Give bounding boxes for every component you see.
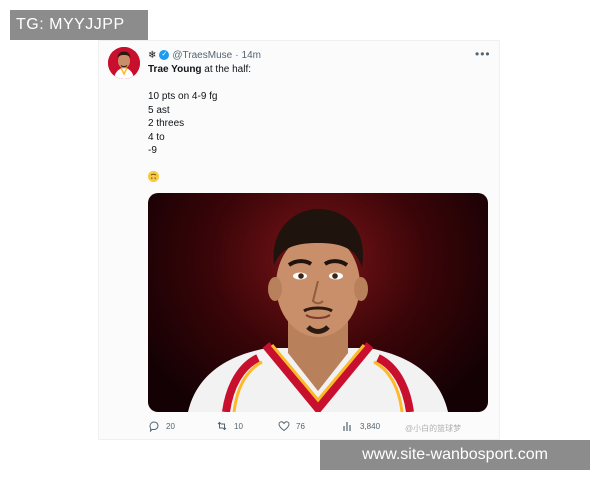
site-overlay-label: www.site-wanbosport.com: [320, 440, 590, 470]
emoji-icon: [148, 171, 159, 182]
stat-line: 5 ast: [148, 104, 170, 116]
views-count: 3,840: [360, 421, 381, 431]
player-name: Trae Young: [148, 64, 202, 75]
tweet-timestamp[interactable]: 14m: [242, 50, 261, 61]
views-chart-icon: [343, 422, 351, 431]
headline-text: at the half:: [201, 64, 252, 75]
heart-icon: [278, 421, 290, 432]
stat-line: 4 to: [148, 131, 165, 143]
reply-icon: [149, 421, 159, 432]
separator-dot: ·: [235, 49, 239, 61]
retweet-button[interactable]: 10: [216, 420, 243, 432]
stat-line: -9: [148, 145, 157, 156]
more-options-icon[interactable]: •••: [475, 47, 491, 61]
stat-line: 10 pts on 4-9 fg: [148, 91, 218, 102]
views-button[interactable]: 3,840: [342, 420, 380, 432]
watermark-text: @小白的篮球梦: [405, 424, 462, 433]
like-button[interactable]: 76: [278, 420, 305, 432]
retweet-icon: [217, 421, 227, 431]
upside-down-face-emoji: [148, 171, 159, 182]
player-illustration: [188, 209, 448, 412]
tweet-header: ❄ ✓ @TraesMuse · 14m: [148, 48, 261, 62]
avatar[interactable]: [108, 47, 140, 79]
like-count: 76: [296, 421, 305, 431]
verified-badge-icon: ✓: [159, 50, 170, 60]
user-handle[interactable]: @TraesMuse: [172, 50, 232, 61]
tweet-image[interactable]: [148, 193, 488, 412]
tg-overlay-label: TG: MYYJJPP: [10, 10, 148, 40]
retweet-count: 10: [234, 421, 243, 431]
reply-button[interactable]: 20: [148, 420, 175, 432]
tweet-body: Trae Young at the half: 10 pts on 4-9 fg…: [148, 63, 251, 158]
snowflake-icon: ❄: [148, 49, 157, 61]
tweet-headline: Trae Young at the half:: [148, 63, 251, 77]
stat-line: 2 threes: [148, 118, 185, 129]
avatar-image: [108, 47, 140, 79]
reply-count: 20: [166, 421, 175, 431]
